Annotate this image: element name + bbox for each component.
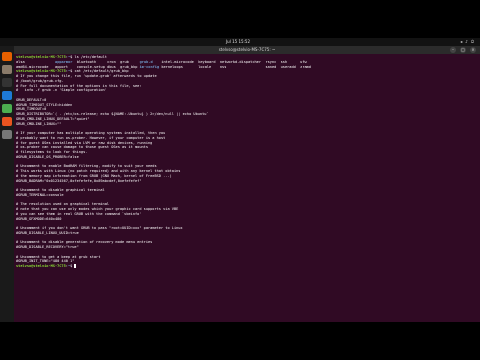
file-line-text: #GRUB_BADRAM="0x01234567,0xfefefefe,0x89… (16, 178, 142, 183)
window-title: stelvso@stelvio-MS-7C75: ~ (218, 47, 276, 52)
file-line-text: GRUB_TIMEOUT=0 (16, 107, 47, 112)
dock-item-settings[interactable] (2, 130, 12, 139)
minimize-icon[interactable]: – (450, 47, 456, 53)
file-line-text: GRUB_CMDLINE_LINUX="" (16, 121, 62, 126)
file-line-text: #GRUB_INIT_TUNE="480 440 1" (16, 259, 75, 264)
clock[interactable]: Jul 15 15:52 (226, 39, 250, 44)
dock-item-firefox[interactable] (2, 52, 12, 61)
video-letterbox-top (0, 0, 480, 38)
file-line-text: # For full documentation of the options … (16, 83, 142, 88)
file-line-text: # probably want to run os-prober. Howeve… (16, 135, 166, 140)
file-line-text: #GRUB_DISABLE_LINUX_UUID=true (16, 230, 79, 235)
file-line-text: # you can see them in real GRUB with the… (16, 211, 142, 216)
power-icon: ⏻ (470, 39, 474, 44)
file-line-text: # If your computer has multiple operatin… (16, 131, 166, 135)
command-text: ls /etc/default (74, 55, 107, 59)
ls-entry: kerneloops (161, 64, 183, 69)
file-line-text: # Uncomment if you don't want GRUB to pa… (16, 226, 183, 230)
file-line-text: # /boot/grub/grub.cfg. (16, 78, 64, 83)
gnome-top-bar: Jul 15 15:52 ◂ ♪ ⏻ (0, 38, 480, 46)
file-line-text: #GRUB_GFXMODE=640x480 (16, 216, 62, 221)
terminal-window[interactable]: stelvso@stelvio-MS-7C75: ~ – □ × stelvso… (14, 46, 480, 322)
file-line-text: #GRUB_TERMINAL=console (16, 192, 64, 197)
file-line-text: # note that you can use only modes which… (16, 207, 179, 211)
file-line-text: # the memory map information from GRUB (… (16, 173, 172, 178)
dock-item-files[interactable] (2, 65, 12, 74)
dock-item-terminal[interactable] (2, 78, 12, 87)
file-line-text: GRUB_DEFAULT=0 (16, 97, 47, 102)
volume-icon: ♪ (465, 39, 468, 44)
file-line-text: #GRUB_TIMEOUT_STYLE=hidden (16, 102, 73, 107)
file-line-text: #GRUB_DISABLE_RECOVERY="true" (16, 245, 79, 249)
prompt-user: stelvso@stelvio-MS-7C75 (16, 55, 66, 59)
ls-entry: nss (219, 64, 227, 69)
video-letterbox-bottom (0, 322, 480, 360)
file-line-text: # for guest OSes installed via LVM or ra… (16, 140, 153, 145)
file-line-text: # Uncomment to disable graphical termina… (16, 188, 105, 192)
prompt-user: stelvso@stelvio-MS-7C75 (16, 69, 66, 74)
file-line-text: GRUB_DISTRIBUTOR=`( . /etc/os-release; e… (16, 112, 209, 116)
prompt-line: stelvso@stelvio-MS-7C75:~$ (16, 264, 476, 269)
ls-entry: locale (198, 64, 212, 69)
file-line-text: # Uncomment to disable generation of rec… (16, 240, 153, 245)
file-line-text: # os-prober can cause damage to those gu… (16, 145, 148, 150)
file-line-text: # The resolution used on graphical termi… (16, 202, 110, 207)
file-line-text: # If you change this file, run 'update-g… (16, 74, 157, 78)
dock-item-software[interactable] (2, 117, 12, 126)
text-cursor (74, 264, 77, 268)
file-line-text: # info -f grub -n 'Simple configuration' (16, 88, 107, 93)
file-line-text: # This works with Linux (no patch requir… (16, 169, 181, 173)
dock (0, 46, 14, 322)
file-line-text: # filesystems to look for things. (16, 150, 88, 154)
terminal-titlebar[interactable]: stelvso@stelvio-MS-7C75: ~ – □ × (14, 46, 480, 54)
dock-item-vscode[interactable] (2, 91, 12, 100)
prompt-user: stelvso@stelvio-MS-7C75 (16, 264, 66, 268)
file-line-text: # Uncomment to get a beep at grub start (16, 254, 101, 259)
file-line-text: # Uncomment to enable BadRAM filtering, … (16, 164, 157, 169)
network-icon: ◂ (460, 39, 463, 44)
system-status-area[interactable]: ◂ ♪ ⏻ (460, 39, 474, 44)
command-text: cat /etc/default/grub_bkp (74, 69, 129, 74)
file-line-text: #GRUB_DISABLE_OS_PROBER=false (16, 154, 79, 159)
ls-entry: im-config (139, 64, 160, 69)
ls-entry: useradd (280, 64, 296, 69)
dock-item-chrome[interactable] (2, 104, 12, 113)
ls-entry: saned (265, 64, 277, 69)
maximize-icon[interactable]: □ (460, 47, 466, 53)
close-icon[interactable]: × (470, 47, 476, 53)
file-line-text: GRUB_CMDLINE_LINUX_DEFAULT="quiet" (16, 116, 90, 121)
ls-entry: zramd (300, 64, 311, 69)
terminal-output[interactable]: stelvso@stelvio-MS-7C75:~$ ls /etc/defau… (16, 55, 476, 320)
